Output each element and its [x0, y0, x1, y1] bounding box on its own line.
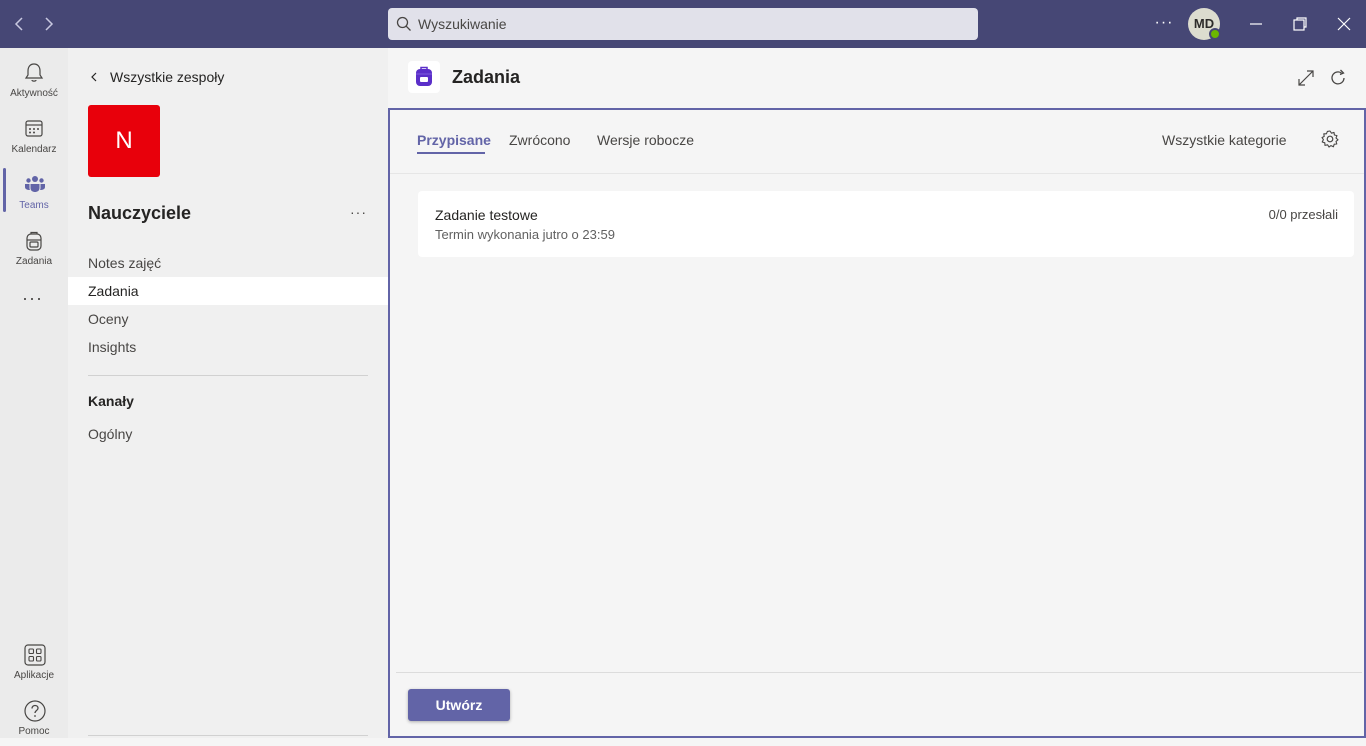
restore-icon[interactable] — [1288, 12, 1312, 36]
pop-out-icon[interactable] — [1296, 68, 1316, 88]
rail-label: Pomoc — [18, 726, 50, 737]
chevron-left-icon — [91, 72, 97, 82]
rail-item-apps[interactable]: Aplikacje — [0, 634, 68, 690]
team-name: Nauczyciele — [88, 203, 192, 223]
rail-label: Aktywność — [10, 88, 58, 99]
search-box[interactable] — [388, 8, 978, 40]
back-arrow-icon[interactable] — [10, 14, 30, 34]
refresh-icon[interactable] — [1328, 68, 1348, 88]
assignment-card[interactable]: Zadanie testowe Termin wykonania jutro o… — [418, 191, 1354, 257]
tab-bar: Przypisane Zwrócono Wersje robocze Wszys… — [390, 110, 1364, 174]
gear-icon[interactable] — [1320, 129, 1340, 149]
channels-header: Kanały — [88, 393, 134, 409]
search-icon — [396, 16, 411, 31]
all-teams-back-link[interactable]: Wszystkie zespoły — [88, 66, 224, 88]
active-tab-underline — [417, 152, 485, 154]
sidebar-item-assignments[interactable]: Zadania — [68, 277, 388, 305]
submission-count: 0/0 przesłali — [1268, 207, 1338, 222]
sidebar-item-grades[interactable]: Oceny — [68, 305, 388, 333]
channel-general[interactable]: Ogólny — [68, 420, 388, 448]
more-apps-icon[interactable]: ··· — [22, 288, 46, 308]
apps-icon — [24, 644, 46, 666]
create-button[interactable]: Utwórz — [408, 689, 510, 721]
sidebar-item-class-notebook[interactable]: Notes zajęć — [68, 249, 388, 277]
teams-icon — [25, 176, 45, 192]
help-icon — [24, 700, 46, 722]
divider — [396, 672, 1362, 673]
tab-drafts[interactable]: Wersje robocze — [597, 132, 694, 148]
rail-item-teams[interactable]: Teams — [0, 164, 68, 220]
rail-item-calendar[interactable]: Kalendarz — [0, 108, 68, 164]
rail-label: Zadania — [15, 256, 53, 267]
close-icon[interactable] — [1332, 12, 1356, 36]
team-more-options-icon[interactable]: ··· — [350, 204, 374, 224]
app-rail: Aktywność Kalendarz Teams Zadania ··· Ap… — [0, 48, 68, 738]
back-label: Wszystkie zespoły — [110, 69, 225, 85]
sidebar-item-insights[interactable]: Insights — [68, 333, 388, 361]
rail-item-activity[interactable]: Aktywność — [0, 52, 68, 108]
more-options-icon[interactable]: ··· — [1152, 12, 1176, 36]
category-filter[interactable]: Wszystkie kategorie — [1162, 132, 1286, 148]
page-title: Zadania — [452, 67, 521, 87]
tab-assigned[interactable]: Przypisane — [417, 132, 491, 148]
minimize-icon[interactable] — [1244, 12, 1268, 36]
divider — [88, 375, 368, 376]
tab-returned[interactable]: Zwrócono — [509, 132, 570, 148]
team-avatar: N — [88, 105, 160, 177]
assignments-app-icon — [408, 61, 440, 93]
title-bar: ··· MD — [0, 0, 1366, 48]
divider — [88, 735, 368, 736]
search-input[interactable] — [418, 8, 968, 40]
forward-arrow-icon[interactable] — [38, 14, 58, 34]
rail-item-assignments[interactable]: Zadania — [0, 220, 68, 276]
calendar-icon — [25, 120, 43, 137]
assignment-title: Zadanie testowe — [435, 207, 538, 223]
presence-available-icon — [1209, 28, 1221, 40]
app-header: Zadania — [388, 48, 1366, 108]
team-sidebar: Wszystkie zespoły N Nauczyciele ··· Note… — [68, 48, 388, 738]
rail-label: Kalendarz — [11, 144, 57, 155]
backpack-icon — [26, 231, 42, 251]
rail-label: Aplikacje — [13, 670, 55, 681]
assignments-panel: Przypisane Zwrócono Wersje robocze Wszys… — [388, 108, 1366, 738]
assignment-due: Termin wykonania jutro o 23:59 — [435, 227, 615, 242]
rail-label: Teams — [19, 200, 49, 211]
bell-icon — [24, 63, 44, 82]
